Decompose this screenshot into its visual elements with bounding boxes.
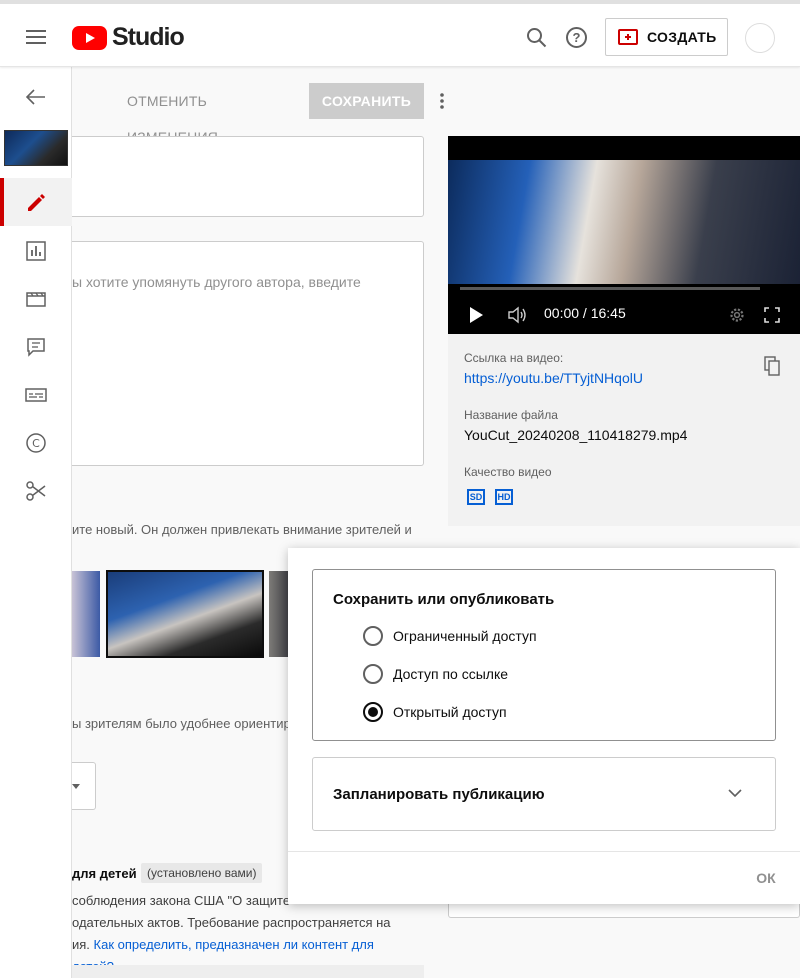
video-player[interactable]: 00:00 / 16:45 (448, 136, 800, 334)
visibility-popup: Сохранить или опубликовать Ограниченный … (288, 548, 800, 904)
radio-label: Ограниченный доступ (393, 628, 537, 644)
description-placeholder: ы хотите упомянуть другого автора, введи… (72, 274, 361, 290)
help-glyph: ? (572, 30, 581, 45)
scissors-icon (26, 481, 46, 501)
logo-text: Studio (112, 23, 185, 51)
schedule-title: Запланировать публикацию (333, 786, 545, 803)
sidebar-item-details[interactable] (0, 178, 72, 226)
sidebar-item-subtitles[interactable] (0, 370, 72, 418)
save-or-publish-section: Сохранить или опубликовать Ограниченный … (312, 569, 776, 741)
ok-button[interactable]: ОК (746, 866, 786, 890)
radio-public[interactable]: Открытый доступ (363, 700, 507, 724)
analytics-icon (26, 241, 46, 261)
audience-option-strip (72, 965, 424, 978)
radio-button[interactable] (363, 626, 383, 646)
top-bar: Studio ? СОЗДАТЬ (0, 0, 800, 67)
create-label: СОЗДАТЬ (647, 29, 717, 45)
quality-sd-badge: SD (467, 489, 485, 505)
playlist-hint: ы зрителям было удобнее ориентир (72, 716, 288, 731)
filename-label: Название файла (464, 408, 558, 422)
radio-unlisted[interactable]: Доступ по ссылке (363, 662, 508, 686)
avatar[interactable] (745, 23, 775, 53)
video-frame (448, 160, 800, 284)
playlist-dropdown[interactable] (72, 762, 96, 810)
play-icon[interactable] (470, 307, 483, 323)
audience-text-line: ия. (72, 937, 94, 952)
progress-bar[interactable] (460, 287, 760, 290)
youtube-logo-icon (72, 25, 107, 50)
quality-hd-badge: HD (495, 489, 513, 505)
thumbnail-option[interactable] (72, 571, 100, 657)
fullscreen-icon[interactable] (764, 307, 780, 323)
radio-private[interactable]: Ограниченный доступ (363, 624, 537, 648)
back-arrow-icon[interactable] (26, 89, 46, 105)
sidebar-item-comments[interactable] (0, 322, 72, 370)
filename-value: YouCut_20240208_110418279.mp4 (464, 427, 688, 443)
menu-icon[interactable] (26, 30, 46, 44)
description-field[interactable]: ы хотите упомянуть другого автора, введи… (72, 241, 424, 466)
thumbnail-hint: ите новый. Он должен привлекать внимание… (72, 522, 412, 537)
volume-icon[interactable] (508, 306, 528, 324)
discard-changes-button[interactable]: ОТМЕНИТЬ ИЗМЕНЕНИЯ (127, 83, 295, 145)
time-display: 00:00 / 16:45 (544, 305, 626, 321)
help-icon[interactable]: ? (566, 27, 587, 48)
copy-icon[interactable] (764, 356, 780, 376)
video-link-label: Ссылка на видео: (464, 351, 564, 365)
chevron-down-icon[interactable] (728, 786, 742, 800)
audience-text-line: соблюдения закона США "О защите (72, 893, 291, 908)
search-icon[interactable] (526, 27, 547, 48)
studio-logo[interactable]: Studio (72, 23, 185, 52)
sidebar-item-copyright[interactable]: C (0, 418, 72, 466)
save-button[interactable]: СОХРАНИТЬ (309, 83, 424, 119)
create-video-icon (618, 29, 638, 45)
radio-button[interactable] (363, 664, 383, 684)
video-thumbnail-small[interactable] (4, 130, 68, 166)
radio-label: Открытый доступ (393, 704, 507, 720)
radio-button-checked[interactable] (363, 702, 383, 722)
sidebar: C (0, 67, 72, 978)
audience-title: для детей (72, 866, 137, 881)
thumbnail-option-selected[interactable] (106, 570, 264, 658)
popup-divider (288, 851, 800, 852)
audience-badge: (установлено вами) (141, 863, 263, 883)
visibility-title: Сохранить или опубликовать (333, 591, 555, 608)
schedule-section[interactable]: Запланировать публикацию (312, 757, 776, 831)
radio-label: Доступ по ссылке (393, 666, 509, 682)
audience-text-line: одательных актов. Требование распростран… (72, 915, 391, 930)
gear-icon[interactable] (728, 306, 746, 324)
sidebar-item-clips[interactable] (0, 466, 72, 514)
editor-icon (26, 292, 46, 307)
title-field[interactable] (72, 136, 424, 217)
quality-label: Качество видео (464, 465, 552, 479)
subtitles-icon (25, 388, 47, 402)
sidebar-item-analytics[interactable] (0, 226, 72, 274)
video-info-panel: Ссылка на видео: https://youtu.be/TTyjtN… (448, 334, 800, 526)
comments-icon (27, 338, 45, 357)
sidebar-item-editor[interactable] (0, 274, 72, 322)
create-button[interactable]: СОЗДАТЬ (605, 18, 728, 56)
copyright-glyph: C (32, 437, 40, 450)
copyright-icon: C (26, 433, 46, 453)
more-options-icon[interactable] (440, 93, 444, 109)
video-link[interactable]: https://youtu.be/TTyjtNHqolU (464, 370, 643, 386)
edit-icon (28, 194, 45, 211)
